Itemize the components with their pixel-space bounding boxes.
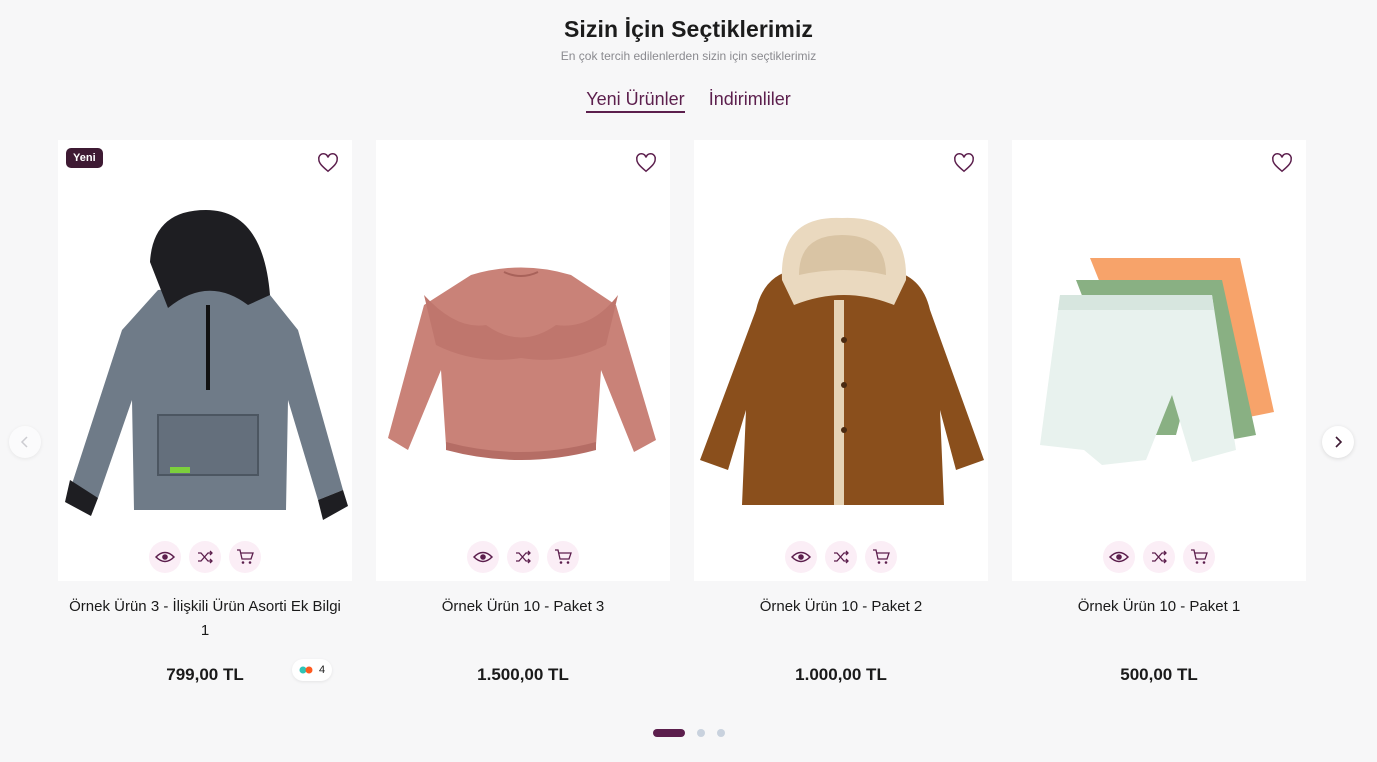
cart-icon: [1191, 549, 1208, 564]
product-name[interactable]: Örnek Ürün 10 - Paket 3: [376, 595, 670, 659]
product-image-pink-ruffle-sweatshirt[interactable]: [376, 180, 670, 520]
product-image-grey-hoodie[interactable]: [58, 180, 352, 520]
section-subtitle: En çok tercih edilenlerden sizin için se…: [560, 49, 817, 63]
variant-count: 4: [318, 664, 326, 676]
product-price: 1.500,00 TL: [477, 665, 569, 684]
compare-button[interactable]: [507, 541, 539, 573]
color-swatch-icon: [299, 666, 313, 674]
product-image-card[interactable]: [1012, 140, 1306, 581]
cart-icon: [555, 549, 572, 564]
product-carousel: Yeni Örnek Ürün 3 - İlişkili Ürün Asorti…: [58, 140, 1306, 699]
variant-indicator[interactable]: 4: [292, 659, 332, 681]
product-card[interactable]: Örnek Ürün 10 - Paket 2 1.000,00 TL: [694, 140, 988, 699]
product-tabs: Yeni Ürünler İndirimliler: [0, 89, 1377, 113]
tab-discounted[interactable]: İndirimliler: [709, 89, 791, 113]
product-image-brown-fur-coat[interactable]: [694, 180, 988, 520]
product-image-card[interactable]: Yeni: [58, 140, 352, 581]
compare-button[interactable]: [1143, 541, 1175, 573]
quick-view-button[interactable]: [1103, 541, 1135, 573]
chevron-right-icon: [1335, 436, 1343, 448]
product-card[interactable]: Örnek Ürün 10 - Paket 1 500,00 TL: [1012, 140, 1306, 699]
product-actions: [1012, 541, 1306, 573]
shuffle-icon: [198, 550, 213, 564]
product-image-card[interactable]: [376, 140, 670, 581]
compare-button[interactable]: [189, 541, 221, 573]
tab-new-products[interactable]: Yeni Ürünler: [586, 89, 685, 113]
price-row: 799,00 TL 4: [58, 659, 352, 699]
price-row: 1.500,00 TL: [376, 659, 670, 699]
product-name[interactable]: Örnek Ürün 3 - İlişkili Ürün Asorti Ek B…: [58, 595, 352, 659]
carousel-next-button[interactable]: [1322, 426, 1354, 458]
add-to-cart-button[interactable]: [547, 541, 579, 573]
pagination-dot-2[interactable]: [696, 729, 705, 737]
shuffle-icon: [516, 550, 531, 564]
product-card[interactable]: Örnek Ürün 10 - Paket 3 1.500,00 TL: [376, 140, 670, 699]
heart-icon[interactable]: [317, 152, 339, 174]
product-actions: [58, 541, 352, 573]
quick-view-button[interactable]: [785, 541, 817, 573]
carousel-prev-button[interactable]: [9, 426, 41, 458]
eye-icon: [155, 551, 175, 563]
pagination-dot-3[interactable]: [716, 729, 725, 737]
eye-icon: [791, 551, 811, 563]
product-actions: [376, 541, 670, 573]
heart-icon[interactable]: [635, 152, 657, 174]
product-image-shorts-set[interactable]: [1012, 180, 1306, 520]
product-image-card[interactable]: [694, 140, 988, 581]
cart-icon: [237, 549, 254, 564]
product-name[interactable]: Örnek Ürün 10 - Paket 1: [1012, 595, 1306, 659]
product-price: 1.000,00 TL: [795, 665, 887, 684]
quick-view-button[interactable]: [149, 541, 181, 573]
compare-button[interactable]: [825, 541, 857, 573]
product-name[interactable]: Örnek Ürün 10 - Paket 2: [694, 595, 988, 659]
chevron-left-icon: [20, 436, 28, 448]
shuffle-icon: [1152, 550, 1167, 564]
new-badge: Yeni: [66, 148, 103, 168]
section-title: Sizin İçin Seçtiklerimiz: [563, 16, 814, 42]
carousel-pagination: [0, 729, 1377, 737]
eye-icon: [1109, 551, 1129, 563]
add-to-cart-button[interactable]: [865, 541, 897, 573]
price-row: 500,00 TL: [1012, 659, 1306, 699]
shuffle-icon: [834, 550, 849, 564]
product-price: 500,00 TL: [1120, 665, 1198, 684]
pagination-dot-1[interactable]: [652, 729, 685, 737]
product-actions: [694, 541, 988, 573]
add-to-cart-button[interactable]: [229, 541, 261, 573]
product-card[interactable]: Yeni Örnek Ürün 3 - İlişkili Ürün Asorti…: [58, 140, 352, 699]
heart-icon[interactable]: [1271, 152, 1293, 174]
cart-icon: [873, 549, 890, 564]
section-header: Sizin İçin Seçtiklerimiz En çok tercih e…: [0, 0, 1377, 113]
price-row: 1.000,00 TL: [694, 659, 988, 699]
heart-icon[interactable]: [953, 152, 975, 174]
add-to-cart-button[interactable]: [1183, 541, 1215, 573]
eye-icon: [473, 551, 493, 563]
quick-view-button[interactable]: [467, 541, 499, 573]
